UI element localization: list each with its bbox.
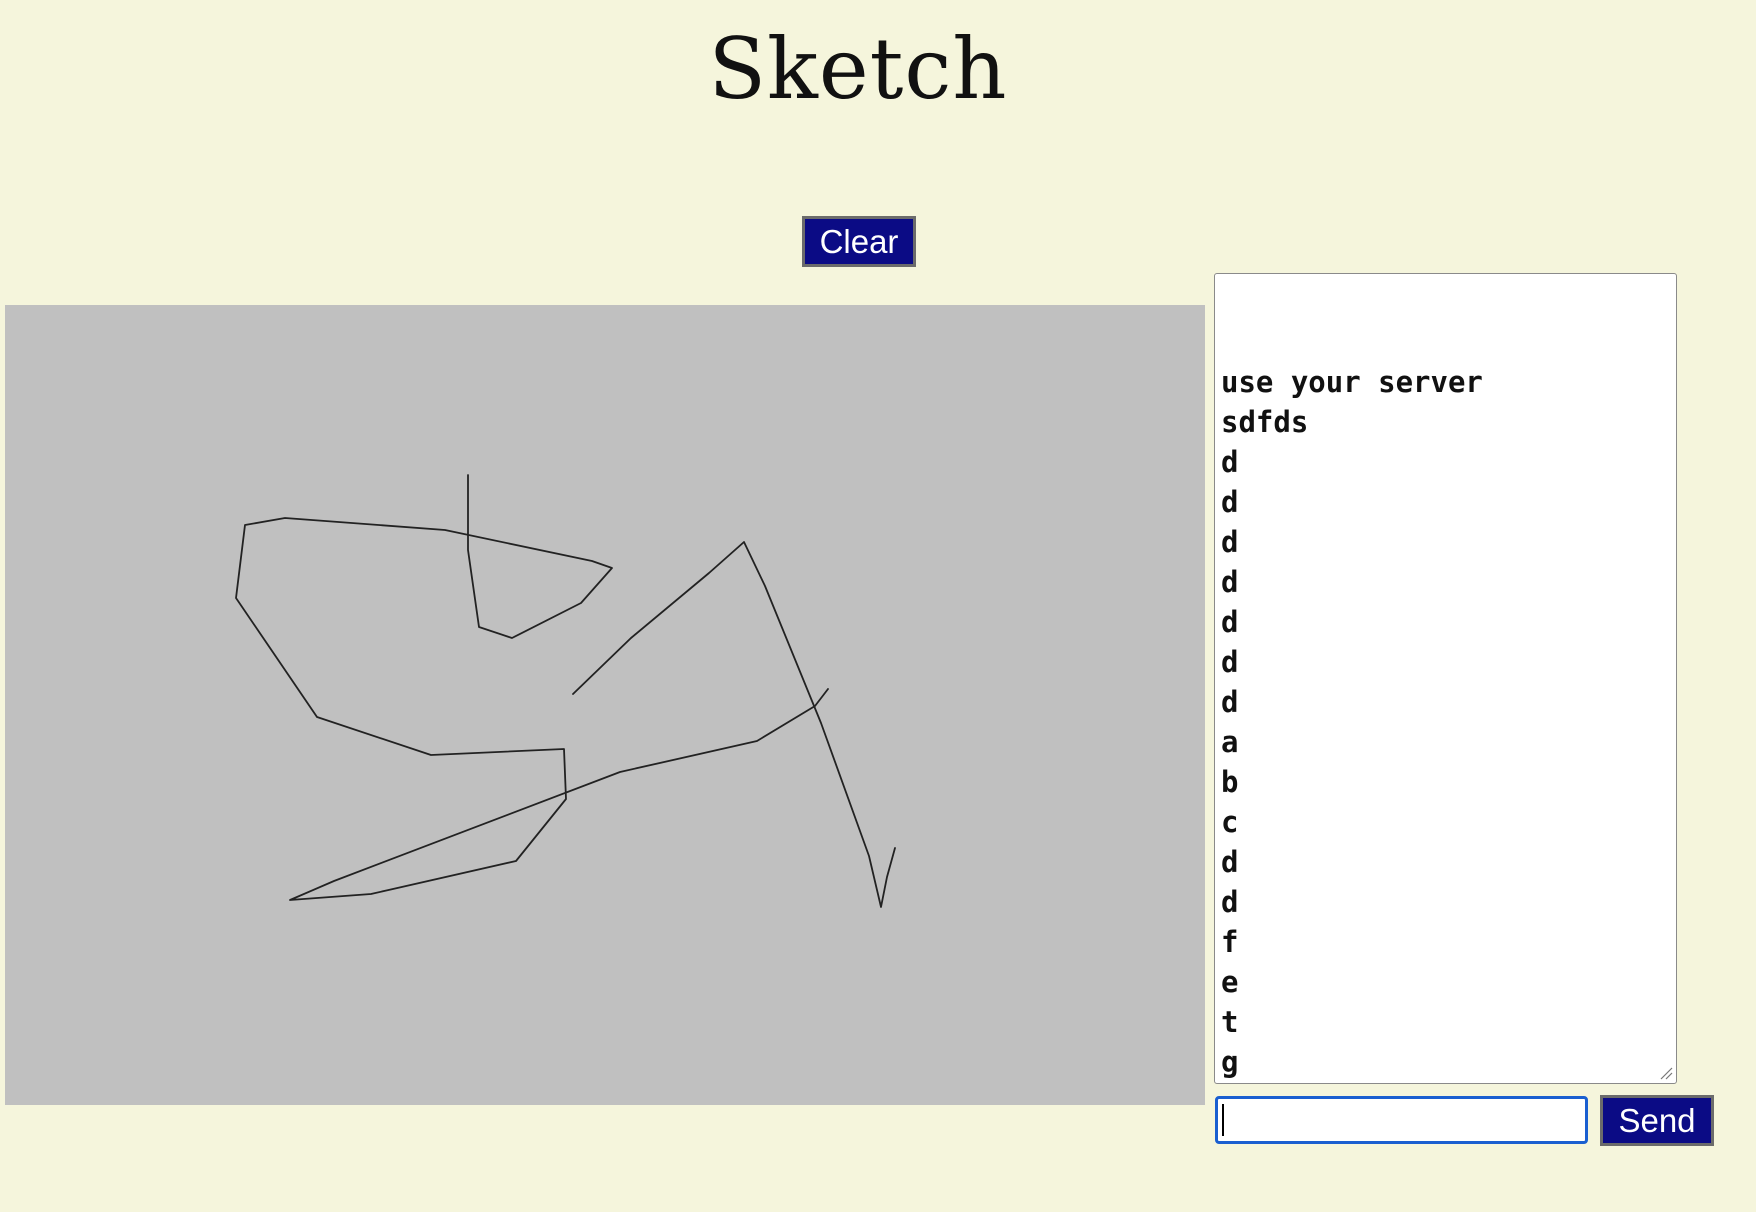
chat-log-line: d xyxy=(1221,445,1239,479)
send-button[interactable]: Send xyxy=(1600,1095,1714,1146)
chat-log-line: a xyxy=(1221,725,1239,759)
drawing-canvas[interactable] xyxy=(5,305,1205,1105)
chat-log-line: g xyxy=(1221,1045,1239,1079)
chat-log-line: t xyxy=(1221,1005,1239,1039)
sketch-stroke xyxy=(572,541,896,908)
chat-message-input[interactable] xyxy=(1215,1096,1588,1144)
chat-log-line: d xyxy=(1221,605,1239,639)
clear-button[interactable]: Clear xyxy=(802,216,916,267)
chat-log-line: c xyxy=(1221,805,1239,839)
page-title: Sketch xyxy=(708,20,1008,118)
chat-log-line: d xyxy=(1221,845,1239,879)
chat-log-line: sdfds xyxy=(1221,405,1309,439)
text-caret xyxy=(1222,1104,1224,1136)
resize-handle-icon[interactable] xyxy=(1659,1066,1673,1080)
chat-log-line: e xyxy=(1221,965,1239,999)
chat-log-line: d xyxy=(1221,885,1239,919)
chat-log-line: h xyxy=(1221,1082,1670,1083)
sketch-page: Sketch Clear use your server sdfds d d d d d d d… xyxy=(0,0,1756,1212)
chat-log[interactable]: use your serversdfdsdddddddabcddfetgh xyxy=(1214,273,1677,1084)
chat-log-line: d xyxy=(1221,645,1239,679)
chat-log-line: d xyxy=(1221,685,1239,719)
chat-log-line: f xyxy=(1221,925,1239,959)
chat-log-line: d xyxy=(1221,525,1239,559)
sketch-strokes xyxy=(235,474,896,908)
chat-log-line: use your server xyxy=(1221,365,1483,399)
chat-log-line: d xyxy=(1221,485,1239,519)
chat-log-line: b xyxy=(1221,765,1239,799)
sketch-stroke xyxy=(235,474,829,901)
chat-log-line: d xyxy=(1221,565,1239,599)
chat-log-lines: use your serversdfdsdddddddabcddfetgh xyxy=(1221,362,1670,1083)
